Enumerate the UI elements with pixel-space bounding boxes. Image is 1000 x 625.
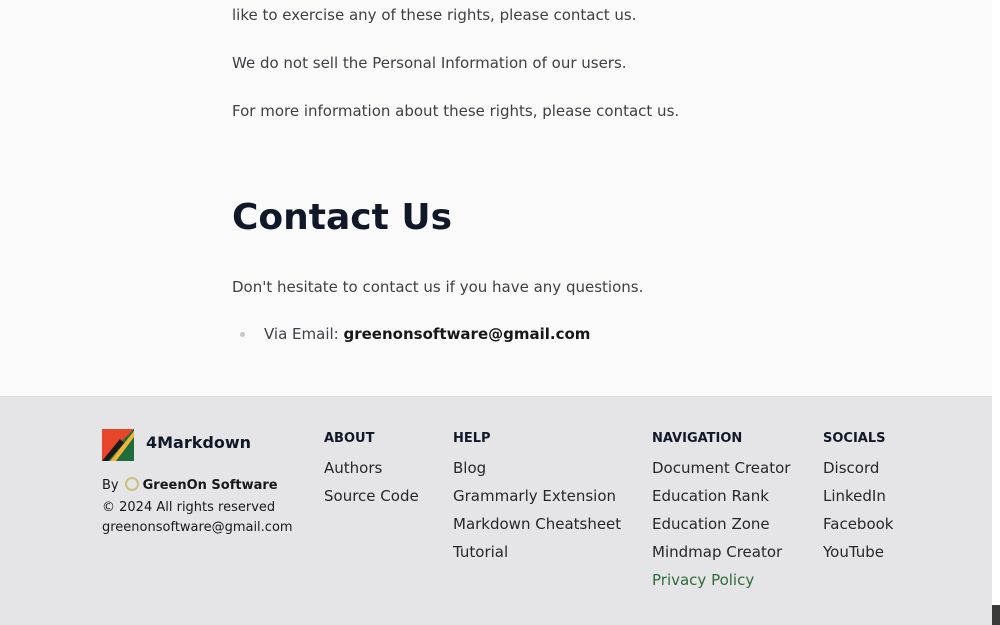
column-heading: HELP: [453, 431, 491, 446]
paragraph-no-sell: We do not sell the Personal Information …: [232, 54, 627, 72]
greenon-logo-icon: [124, 477, 139, 491]
scrollbar-track[interactable]: [992, 0, 1000, 625]
link-grammarly-extension[interactable]: Grammarly Extension: [453, 486, 621, 514]
link-blog[interactable]: Blog: [453, 458, 621, 486]
email-line: Via Email: greenonsoftware@gmail.com: [264, 324, 590, 344]
email-label: Via Email:: [264, 325, 344, 343]
footer-email: greenonsoftware@gmail.com: [102, 520, 293, 535]
link-education-rank[interactable]: Education Rank: [652, 486, 790, 514]
company-name[interactable]: GreenOn Software: [143, 478, 278, 493]
footer-column-socials: SOCIALS Discord LinkedIn Facebook YouTub…: [823, 430, 893, 570]
footer-brand[interactable]: 4Markdown: [146, 433, 251, 452]
page: like to exercise any of these rights, pl…: [0, 0, 992, 625]
footer-column-help: HELP Blog Grammarly Extension Markdown C…: [453, 430, 621, 570]
scrollbar-thumb[interactable]: [992, 605, 1000, 625]
paragraph-rights: like to exercise any of these rights, pl…: [232, 6, 637, 24]
4markdown-logo-icon[interactable]: [102, 429, 134, 461]
copyright: © 2024 All rights reserved: [102, 500, 276, 515]
column-heading: NAVIGATION: [652, 431, 743, 446]
by-label: By: [102, 478, 119, 493]
link-discord[interactable]: Discord: [823, 458, 893, 486]
column-heading: ABOUT: [324, 431, 375, 446]
footer: 4Markdown By GreenOn Software © 2024 All …: [0, 397, 992, 625]
link-tutorial[interactable]: Tutorial: [453, 542, 621, 570]
link-document-creator[interactable]: Document Creator: [652, 458, 790, 486]
link-education-zone[interactable]: Education Zone: [652, 514, 790, 542]
link-source-code[interactable]: Source Code: [324, 486, 419, 514]
privacy-content: like to exercise any of these rights, pl…: [0, 0, 992, 397]
paragraph-more-info: For more information about these rights,…: [232, 102, 680, 120]
footer-column-navigation: NAVIGATION Document Creator Education Ra…: [652, 430, 790, 598]
link-linkedin[interactable]: LinkedIn: [823, 486, 893, 514]
contact-heading: Contact Us: [232, 197, 453, 238]
company-line: By GreenOn Software: [102, 477, 278, 495]
bullet-icon: [240, 332, 245, 337]
link-privacy-policy[interactable]: Privacy Policy: [652, 570, 790, 598]
footer-column-about: ABOUT Authors Source Code: [324, 430, 419, 514]
link-facebook[interactable]: Facebook: [823, 514, 893, 542]
link-youtube[interactable]: YouTube: [823, 542, 893, 570]
column-heading: SOCIALS: [823, 431, 886, 446]
link-markdown-cheatsheet[interactable]: Markdown Cheatsheet: [453, 514, 621, 542]
email-address: greenonsoftware@gmail.com: [343, 325, 591, 343]
link-authors[interactable]: Authors: [324, 458, 419, 486]
link-mindmap-creator[interactable]: Mindmap Creator: [652, 542, 790, 570]
contact-text: Don't hesitate to contact us if you have…: [232, 278, 644, 296]
